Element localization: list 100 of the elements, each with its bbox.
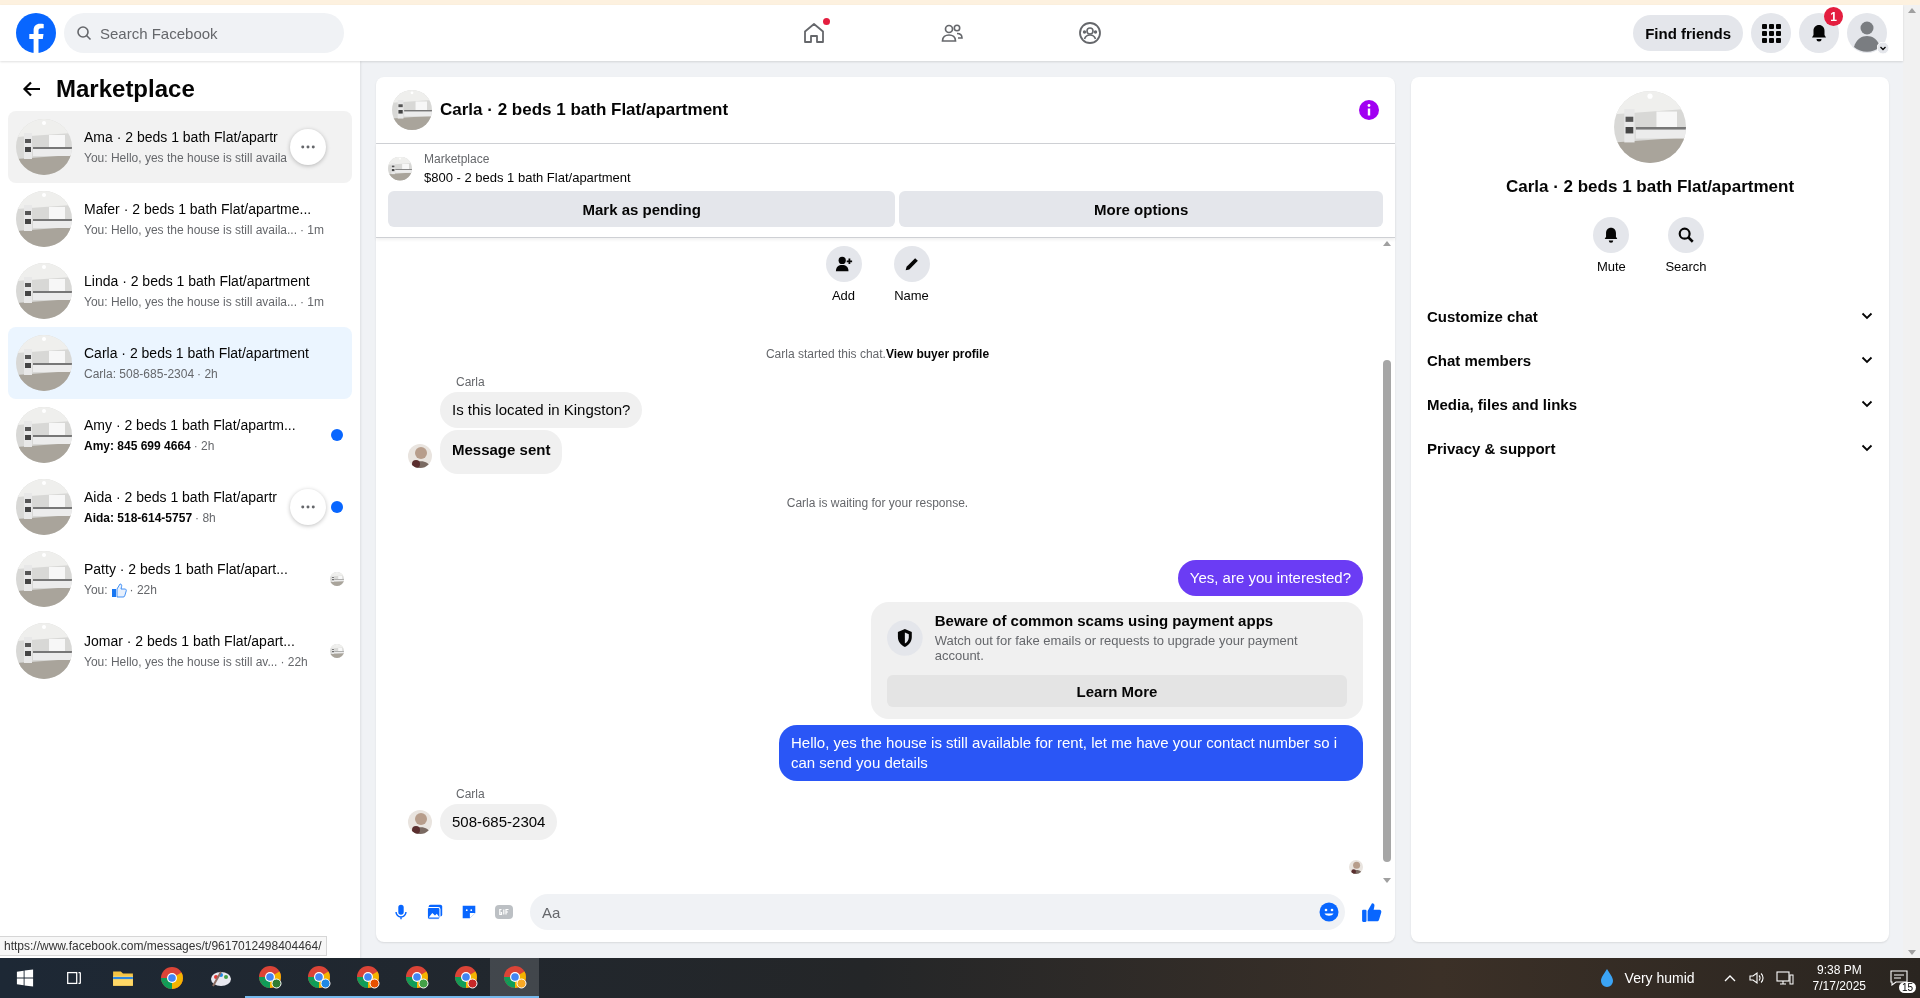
grid-icon — [1761, 23, 1781, 43]
find-friends-button[interactable]: Find friends — [1633, 15, 1743, 51]
message-bubble: Hello, yes the house is still available for rent, let me have your contact number so i can send you details — [779, 725, 1363, 781]
message-time: · 22h — [280, 654, 308, 670]
message-time: · 2h — [193, 438, 215, 454]
message-preview: You: Hello, yes the house is still availa... — [84, 222, 297, 238]
emoji-icon[interactable] — [1319, 902, 1339, 922]
ellipsis-icon — [301, 145, 315, 149]
status-url: https://www.facebook.com/messages/t/9617012498404464/ — [0, 936, 327, 956]
message-preview: You: Hello, yes the house is still availa... — [84, 294, 297, 310]
info-icon[interactable] — [1359, 100, 1379, 120]
notification-badge: 1 — [1824, 7, 1843, 26]
microphone-icon[interactable] — [392, 903, 410, 921]
message-bubble: Message sent — [440, 430, 563, 474]
system-message: Carla is waiting for your response. — [785, 496, 970, 510]
message-time: · 1m — [300, 222, 324, 238]
conversation-title: Ama · 2 beds 1 bath Flat/apartr — [84, 128, 279, 146]
message-bubble: 508-685-2304 — [440, 804, 558, 840]
section-header[interactable]: Media, files and links — [1419, 382, 1881, 426]
browser-icon — [257, 965, 282, 989]
rename-button[interactable] — [893, 246, 930, 282]
conversation-item[interactable]: Ama · 2 beds 1 bath Flat/apartr You: Hello, yes the house is still availa — [8, 111, 352, 183]
message-field[interactable]: Aa — [530, 894, 1345, 930]
more-options-button[interactable]: More options — [899, 191, 1383, 227]
search-icon — [1677, 226, 1695, 244]
facebook-logo[interactable] — [16, 13, 56, 53]
browser-icon — [355, 965, 380, 989]
network-icon[interactable] — [1775, 970, 1794, 986]
mark-pending-button[interactable]: Mark as pending — [388, 191, 896, 227]
notification-count: 15 — [1898, 982, 1916, 993]
browser-icon — [306, 965, 331, 989]
conversation-title: Amy · 2 beds 1 bath Flat/apartm... — [84, 416, 297, 434]
browser-icon — [159, 966, 184, 990]
section-header[interactable]: Chat members — [1419, 338, 1881, 382]
windows-start-icon[interactable] — [16, 969, 34, 987]
ellipsis-icon — [301, 505, 315, 509]
buyer-profile-link[interactable]: View buyer profile — [885, 347, 990, 361]
message-preview: Carla: 508-685-2304 — [84, 366, 195, 382]
sender-name: Carla — [456, 787, 486, 801]
message-preview: Amy: 845 699 4664 — [84, 438, 191, 454]
home-icon — [801, 21, 826, 45]
groups-tab[interactable] — [1076, 20, 1103, 46]
message-preview: You: — [84, 582, 108, 598]
notifications-button[interactable] — [1799, 13, 1839, 53]
system-message: Carla started this chat.View buyer profile — [764, 347, 991, 361]
search-button[interactable] — [1668, 217, 1704, 253]
listing-label: Marketplace — [424, 152, 491, 166]
conversation-item[interactable]: Carla · 2 beds 1 bath Flat/apartment Carla: 508-685-2304 · 2h — [8, 327, 352, 399]
notification-center-button[interactable]: 15 — [1884, 963, 1914, 993]
message-time: · 2h — [197, 366, 218, 382]
conversation-title: Aida · 2 beds 1 bath Flat/apartr — [84, 488, 278, 506]
browser-icon — [502, 965, 527, 989]
message-preview: You: Hello, yes the house is still availa — [84, 150, 287, 166]
learn-more-button[interactable]: Learn More — [887, 675, 1347, 707]
page-title: Marketplace — [56, 75, 195, 103]
menu-button[interactable] — [1751, 13, 1791, 53]
warning-title: Beware of common scams using payment apps — [934, 612, 1275, 629]
add-person-button[interactable] — [825, 246, 862, 282]
taskbar-app[interactable] — [490, 958, 539, 998]
section-header[interactable]: Customize chat — [1419, 294, 1881, 338]
conversation-title: Jomar · 2 beds 1 bath Flat/apart... — [84, 632, 296, 650]
message-preview: Aida: 518-614-5757 — [84, 510, 193, 526]
message-bubble: Is this located in Kingston? — [440, 392, 643, 428]
message-bubble: Yes, are you interested? — [1177, 560, 1363, 596]
conversation-title: Linda · 2 beds 1 bath Flat/apartment — [84, 272, 311, 290]
action-label: Add — [831, 288, 856, 303]
message-time: · 8h — [195, 510, 216, 526]
chat-title: Carla · 2 beds 1 bath Flat/apartment — [440, 100, 730, 120]
section-header[interactable]: Privacy & support — [1419, 426, 1881, 470]
search-field[interactable]: Search Facebook — [64, 13, 344, 53]
scrollbar[interactable] — [1903, 5, 1920, 958]
back-arrow-icon[interactable] — [22, 79, 42, 99]
warning-text: Watch out for fake emails or requests to upgrade your payment account. — [934, 633, 1299, 663]
conversation-item[interactable]: Amy · 2 beds 1 bath Flat/apartm... Amy: 845 699 4664 · 2h — [8, 399, 352, 471]
speaker-icon[interactable] — [1747, 970, 1764, 986]
conversation-title: Mafer · 2 beds 1 bath Flat/apartme... — [84, 200, 313, 218]
weather-text[interactable]: Very humid — [1624, 970, 1695, 986]
listing-description: $800 - 2 beds 1 bath Flat/apartment — [424, 170, 631, 185]
raindrop-icon — [1598, 968, 1615, 988]
conversation-item[interactable]: Mafer · 2 beds 1 bath Flat/apartme... You: Hello, yes the house is still availa... · 1m — [8, 183, 352, 255]
avatar-icon — [1847, 13, 1887, 53]
mute-button[interactable] — [1593, 217, 1630, 253]
browser-icon — [404, 965, 429, 989]
chevron-up-icon[interactable] — [1723, 974, 1736, 982]
groups-icon — [1077, 21, 1102, 45]
thumbs-up-icon[interactable] — [1361, 901, 1383, 923]
photo-icon[interactable] — [426, 903, 444, 921]
search-icon — [76, 25, 92, 41]
clock-date[interactable]: 7/17/2025 — [1812, 978, 1866, 994]
chevron-icon — [1877, 42, 1889, 54]
account-button[interactable] — [1847, 13, 1887, 53]
add-person-icon — [834, 255, 853, 273]
sticker-icon[interactable] — [460, 903, 478, 921]
conversation-item[interactable]: Linda · 2 beds 1 bath Flat/apartment You: Hello, yes the house is still availa... · 1m — [8, 255, 352, 327]
clock-time[interactable]: 9:38 PM — [1816, 962, 1862, 978]
conversation-item[interactable]: Jomar · 2 beds 1 bath Flat/apart... You: Hello, yes the house is still av... · 22h — [8, 615, 352, 687]
conversation-item[interactable]: Patty · 2 beds 1 bath Flat/apart... You: · 22h — [8, 543, 352, 615]
conversation-title: Carla · 2 beds 1 bath Flat/apartment — [84, 344, 310, 362]
conversation-title: Patty · 2 beds 1 bath Flat/apart... — [84, 560, 289, 578]
conversation-item[interactable]: Aida · 2 beds 1 bath Flat/apartr Aida: 518-614-5757 · 8h — [8, 471, 352, 543]
